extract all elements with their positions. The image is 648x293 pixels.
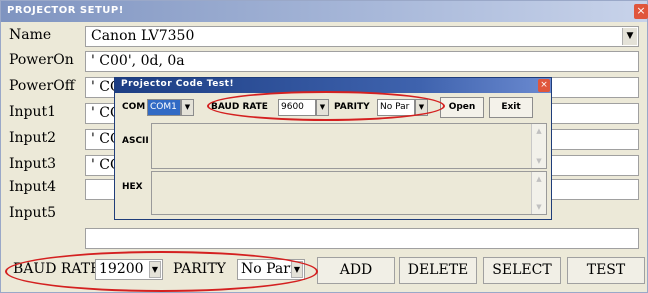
close-icon: × [540,80,548,90]
input5-field[interactable] [85,228,639,249]
name-select[interactable]: Canon LV7350 ▼ [85,26,639,47]
ascii-label: ASCII [122,136,149,146]
delete-button[interactable]: DELETE [399,257,477,284]
input4-label: Input4 [9,179,57,195]
name-value: Canon LV7350 [91,28,195,44]
hex-textarea[interactable]: ▲ ▼ [151,171,547,215]
dialog-title: Projector Code Test! [121,79,235,89]
poweron-field[interactable]: ' C00', 0d, 0a [85,51,639,72]
hex-label: HEX [122,182,143,192]
com-value: COM1 [150,102,177,112]
window-title: PROJECTOR SETUP! [7,5,124,16]
exit-button[interactable]: Exit [489,97,533,118]
poweron-label: PowerOn [9,52,74,68]
hex-scrollbar[interactable]: ▲ ▼ [531,172,546,214]
scroll-up-arrow-icon[interactable]: ▲ [534,126,544,136]
scroll-up-arrow-icon[interactable]: ▲ [534,174,544,184]
chevron-down-icon[interactable]: ▼ [181,99,194,116]
input2-label: Input2 [9,130,57,146]
code-test-dialog: Projector Code Test! × COM COM1 ▼ BAUD R… [114,77,552,220]
com-select[interactable]: COM1 [147,99,181,116]
dialog-close-button[interactable]: × [538,79,550,92]
projector-setup-window: PROJECTOR SETUP! × Name Canon LV7350 ▼ P… [0,0,648,293]
input5-label: Input5 [9,205,57,221]
name-label: Name [9,27,52,43]
close-button[interactable]: × [634,4,648,19]
poweron-value: ' C00', 0d, 0a [91,53,185,69]
highlight-oval [5,251,318,292]
add-button[interactable]: ADD [317,257,395,284]
chevron-down-icon[interactable]: ▼ [622,28,637,45]
scroll-down-arrow-icon[interactable]: ▼ [534,156,544,166]
input1-label: Input1 [9,104,57,120]
scroll-down-arrow-icon[interactable]: ▼ [534,202,544,212]
close-icon: × [636,4,646,17]
test-button[interactable]: TEST [567,257,645,284]
input3-label: Input3 [9,156,57,172]
poweroff-label: PowerOff [9,78,75,94]
ascii-scrollbar[interactable]: ▲ ▼ [531,124,546,168]
open-button[interactable]: Open [440,97,484,118]
select-button[interactable]: SELECT [483,257,561,284]
dialog-highlight-oval [207,91,445,121]
title-bar[interactable]: PROJECTOR SETUP! × [1,1,648,22]
com-label: COM [122,102,146,112]
ascii-textarea[interactable]: ▲ ▼ [151,123,547,169]
